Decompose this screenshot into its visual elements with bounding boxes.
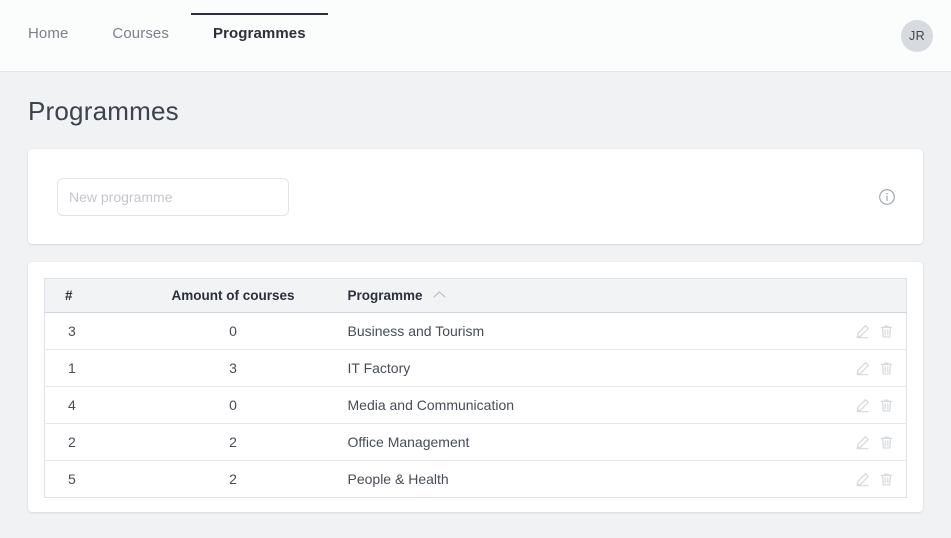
- cell-programme: People & Health: [325, 460, 837, 498]
- cell-actions: [836, 312, 907, 350]
- delete-icon[interactable]: [879, 398, 894, 413]
- cell-amount: 2: [140, 460, 326, 498]
- cell-amount: 2: [140, 423, 326, 461]
- table-row[interactable]: 1 3 IT Factory: [44, 349, 907, 387]
- avatar[interactable]: JR: [901, 19, 933, 52]
- new-programme-card: [28, 149, 923, 244]
- edit-icon[interactable]: [855, 398, 870, 413]
- table-header-row: # Amount of courses Programme: [44, 278, 907, 313]
- table-head: # Amount of courses Programme: [44, 278, 907, 313]
- programmes-table: # Amount of courses Programme 3 0 Busine…: [44, 278, 907, 498]
- edit-icon[interactable]: [855, 435, 870, 450]
- column-header-programme[interactable]: Programme: [325, 278, 837, 313]
- table-row[interactable]: 3 0 Business and Tourism: [44, 312, 907, 350]
- table-row[interactable]: 4 0 Media and Communication: [44, 386, 907, 424]
- edit-icon[interactable]: [855, 324, 870, 339]
- cell-number: 4: [44, 386, 141, 424]
- edit-icon[interactable]: [855, 472, 870, 487]
- edit-icon[interactable]: [855, 361, 870, 376]
- cell-programme: Media and Communication: [325, 386, 837, 424]
- page-content: Programmes # Amount of courses: [0, 72, 951, 512]
- cell-number: 5: [44, 460, 141, 498]
- cell-amount: 0: [140, 386, 326, 424]
- cell-actions: [836, 349, 907, 387]
- cell-actions: [836, 423, 907, 461]
- cell-amount: 3: [140, 349, 326, 387]
- column-header-label: #: [65, 288, 73, 303]
- page-title: Programmes: [28, 96, 179, 126]
- row-action-group: [837, 361, 901, 376]
- column-header-label: Programme: [347, 288, 423, 303]
- nav-item-label: Courses: [112, 24, 169, 42]
- row-action-group: [837, 398, 901, 413]
- avatar-initials: JR: [909, 28, 925, 43]
- nav-item-courses[interactable]: Courses: [90, 13, 191, 51]
- table-body: 3 0 Business and Tourism 1 3 IT Factory …: [44, 312, 907, 498]
- cell-programme: Office Management: [325, 423, 837, 461]
- row-action-group: [837, 324, 901, 339]
- row-action-group: [837, 472, 901, 487]
- cell-programme: Business and Tourism: [325, 312, 837, 350]
- column-header-label: Amount of courses: [171, 288, 295, 303]
- cell-actions: [836, 386, 907, 424]
- primary-nav: Home Courses Programmes: [0, 0, 328, 71]
- new-programme-input[interactable]: [57, 177, 289, 216]
- delete-icon[interactable]: [879, 361, 894, 376]
- cell-number: 1: [44, 349, 141, 387]
- cell-programme: IT Factory: [325, 349, 837, 387]
- cell-amount: 0: [140, 312, 326, 350]
- delete-icon[interactable]: [879, 472, 894, 487]
- nav-item-home[interactable]: Home: [6, 13, 90, 51]
- table-row[interactable]: 2 2 Office Management: [44, 423, 907, 461]
- chevron-up-icon[interactable]: [433, 290, 446, 299]
- table-row[interactable]: 5 2 People & Health: [44, 460, 907, 498]
- column-header-amount-of-courses[interactable]: Amount of courses: [140, 278, 326, 313]
- top-navigation-bar: Home Courses Programmes JR: [0, 0, 951, 72]
- programmes-table-card: # Amount of courses Programme 3 0 Busine…: [28, 262, 923, 512]
- cell-number: 2: [44, 423, 141, 461]
- nav-item-label: Programmes: [212, 24, 306, 42]
- delete-icon[interactable]: [879, 324, 894, 339]
- column-header-actions: [836, 278, 907, 313]
- cell-actions: [836, 460, 907, 498]
- nav-item-programmes[interactable]: Programmes: [190, 13, 328, 51]
- delete-icon[interactable]: [879, 435, 894, 450]
- info-circle-icon[interactable]: [878, 188, 896, 206]
- cell-number: 3: [44, 312, 141, 350]
- column-header-number[interactable]: #: [44, 278, 141, 313]
- nav-item-label: Home: [28, 24, 69, 42]
- row-action-group: [837, 435, 901, 450]
